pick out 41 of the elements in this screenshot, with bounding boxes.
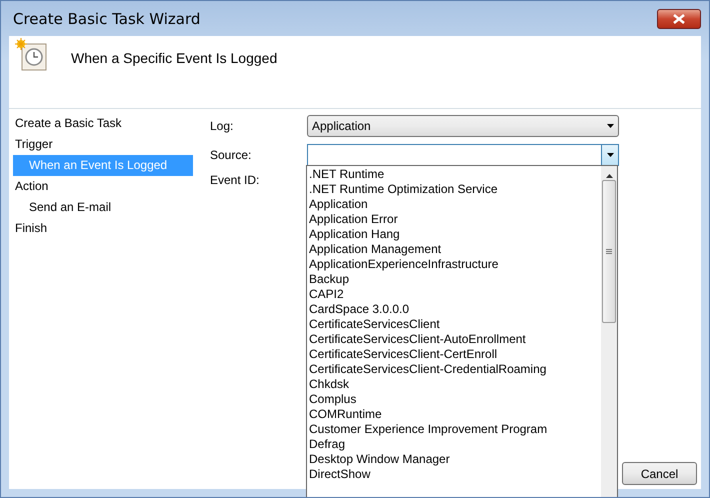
list-item[interactable]: .NET Runtime Optimization Service <box>309 182 601 197</box>
list-item[interactable]: CertificateServicesClient-AutoEnrollment <box>309 332 601 347</box>
window-title: Create Basic Task Wizard <box>13 10 200 28</box>
list-item[interactable]: Customer Experience Improvement Program <box>309 422 601 437</box>
list-item[interactable]: .NET Runtime <box>309 167 601 182</box>
list-item[interactable]: Chkdsk <box>309 377 601 392</box>
list-item[interactable]: Application Management <box>309 242 601 257</box>
list-item[interactable]: Defrag <box>309 437 601 452</box>
list-item[interactable]: COMRuntime <box>309 407 601 422</box>
caret-icon <box>606 153 614 157</box>
list-item[interactable]: Application Error <box>309 212 601 227</box>
list-item[interactable]: Desktop Window Manager <box>309 452 601 467</box>
close-icon <box>673 14 685 24</box>
cancel-button[interactable]: Cancel <box>622 462 697 485</box>
page-heading: When a Specific Event Is Logged <box>71 50 278 66</box>
list-item[interactable]: CertificateServicesClient-CredentialRoaming <box>309 362 601 377</box>
wizard-step[interactable]: Action <box>13 176 193 197</box>
log-dropdown[interactable]: Application <box>307 115 619 137</box>
field-label: Event ID: <box>210 173 260 187</box>
wizard-step[interactable]: Trigger <box>13 134 193 155</box>
caret-icon <box>606 124 614 128</box>
list-item[interactable]: CardSpace 3.0.0.0 <box>309 302 601 317</box>
scroll-up-icon[interactable] <box>606 174 612 178</box>
scrollbar[interactable] <box>601 166 617 497</box>
list-item[interactable]: Application <box>309 197 601 212</box>
list-item[interactable]: DirectShow <box>309 467 601 482</box>
source-dropdown[interactable] <box>307 144 619 166</box>
list-item[interactable]: CertificateServicesClient <box>309 317 601 332</box>
scroll-thumb[interactable] <box>602 180 616 323</box>
list-item[interactable]: CAPI2 <box>309 287 601 302</box>
wizard-step[interactable]: Send an E-mail <box>13 197 193 218</box>
wizard-step[interactable]: Create a Basic Task <box>13 113 193 134</box>
field-label: Source: <box>210 148 252 162</box>
list-item[interactable]: Complus <box>309 392 601 407</box>
list-item[interactable]: Application Hang <box>309 227 601 242</box>
field-label: Log: <box>210 119 234 133</box>
list-item[interactable]: Backup <box>309 272 601 287</box>
wizard-step[interactable]: Finish <box>13 218 193 239</box>
list-item[interactable]: CertificateServicesClient-CertEnroll <box>309 347 601 362</box>
list-item[interactable]: ApplicationExperienceInfrastructure <box>309 257 601 272</box>
close-button[interactable] <box>657 8 701 28</box>
